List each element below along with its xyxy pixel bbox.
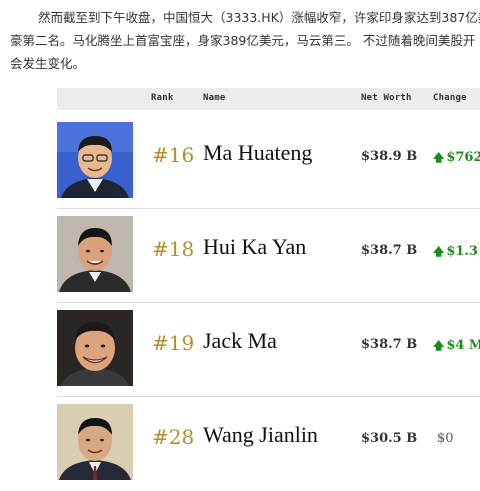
article-line-2: 豪第二名。马化腾坐上首富宝座，身家389亿美元，马云第三。 不过随着晚间美股开 [10,33,476,48]
table-row[interactable]: #18 Hui Ka Yan $38.7 B 🡅 $1.3 [57,209,480,303]
avatar[interactable] [57,122,133,198]
avatar[interactable] [57,216,133,292]
table-row[interactable]: #19 Jack Ma $38.7 B 🡅 $4 M [57,303,480,397]
change: 🡅 $4 M [433,337,480,356]
person-name[interactable]: Wang Jianlin [203,422,318,448]
table-row[interactable]: #28 Wang Jianlin $30.5 B $0 [57,397,480,491]
up-arrow-icon: 🡅 [433,245,445,258]
net-worth: $30.5 B [361,431,418,446]
column-header-change[interactable]: Change [433,93,467,103]
column-header-rank[interactable]: Rank [151,93,173,103]
net-worth: $38.9 B [361,149,418,164]
up-arrow-icon: 🡅 [433,339,445,352]
person-name[interactable]: Ma Huateng [203,140,312,166]
person-name[interactable]: Hui Ka Yan [203,234,306,260]
change-value: $0 [437,431,454,446]
rank: #19 [152,331,195,355]
rank: #18 [152,237,195,261]
change: 🡅 $762 [433,149,480,168]
column-header-net-worth[interactable]: Net Worth [361,93,412,103]
change-value: $762 [446,150,480,165]
table-header: Rank Name Net Worth Change [57,88,480,110]
up-arrow-icon: 🡅 [433,151,445,164]
rank: #16 [152,143,195,167]
person-name[interactable]: Jack Ma [203,328,277,354]
change: 🡅 $1.3 [433,243,478,262]
article-line-3: 会发生变化。 [10,56,86,71]
avatar[interactable] [57,310,133,386]
table-row[interactable]: #16 Ma Huateng $38.9 B 🡅 $762 [57,115,480,209]
avatar[interactable] [57,404,133,480]
net-worth: $38.7 B [361,337,418,352]
article-line-1: 然而截至到下午收盘，中国恒大（3333.HK）涨幅收窄，许家印身家达到387亿美 [38,10,480,25]
column-header-name[interactable]: Name [203,93,225,103]
rank: #28 [152,425,195,449]
net-worth: $38.7 B [361,243,418,258]
change-value: $1.3 [446,244,478,259]
change-value: $4 M [446,338,480,353]
article-intro: 然而截至到下午收盘，中国恒大（3333.HK）涨幅收窄，许家印身家达到387亿美… [10,6,480,75]
